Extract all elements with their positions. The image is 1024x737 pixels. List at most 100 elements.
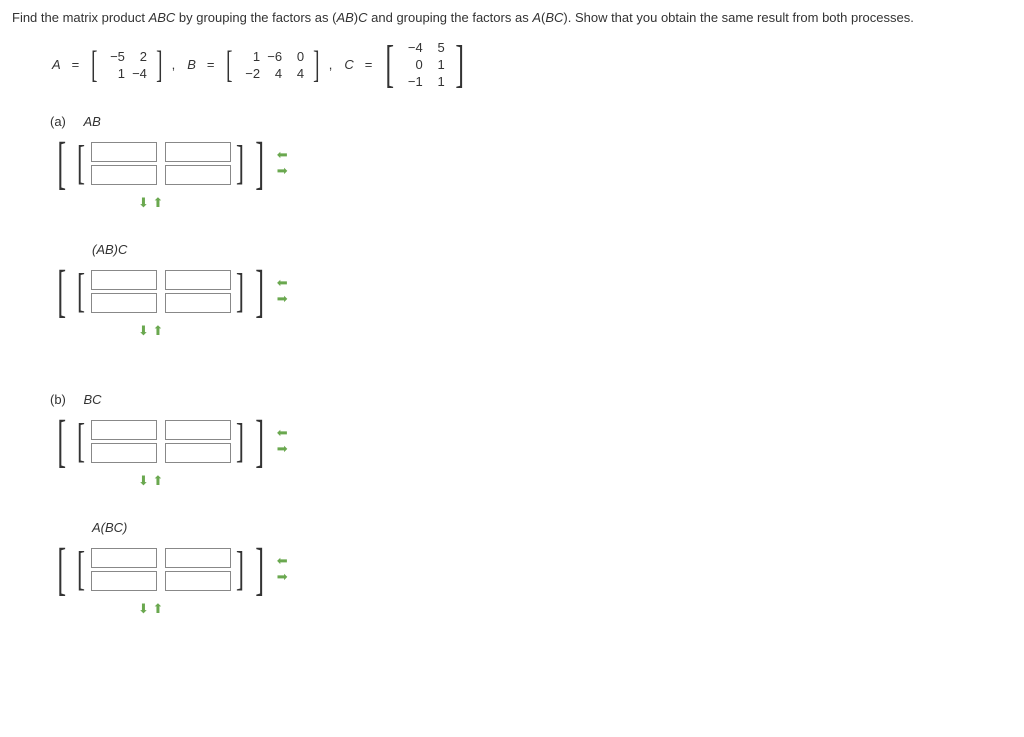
left-bracket-inner: [ xyxy=(77,268,85,314)
right-bracket: ] xyxy=(313,47,319,83)
cell: −4 xyxy=(405,39,423,56)
part-a-label2: (AB)C xyxy=(92,242,1012,257)
remove-col-icon[interactable]: ⬅ xyxy=(277,149,288,161)
right-bracket: ] xyxy=(255,135,264,191)
cell: −2 xyxy=(242,65,260,82)
answer-ab: [ [ ] ] ⬅ ➡ ⬇ ⬆ xyxy=(52,135,288,210)
cell: 0 xyxy=(405,56,423,73)
left-bracket: [ xyxy=(57,263,66,319)
left-bracket-inner: [ xyxy=(77,418,85,464)
remove-row-icon[interactable]: ⬆ xyxy=(153,473,164,488)
cell: 5 xyxy=(427,39,445,56)
right-bracket: ] xyxy=(455,40,464,90)
part-b-label1: BC xyxy=(84,392,102,407)
cell: 1 xyxy=(427,73,445,90)
part-b: (b) BC [ [ ] ] ⬅ ➡ ⬇ ⬆ A(BC) [ xyxy=(52,392,1012,620)
remove-col-icon[interactable]: ⬅ xyxy=(277,427,288,439)
add-col-icon[interactable]: ➡ xyxy=(277,571,288,583)
right-bracket-inner: ] xyxy=(236,418,244,464)
cell: −5 xyxy=(107,48,125,65)
cell: 4 xyxy=(286,65,304,82)
right-bracket-inner: ] xyxy=(236,268,244,314)
text: and grouping the factors as xyxy=(368,10,533,25)
abc2-cell-0-1[interactable] xyxy=(165,548,231,568)
add-row-icon[interactable]: ⬇ xyxy=(138,473,149,488)
left-bracket: [ xyxy=(57,135,66,191)
comma: , xyxy=(172,57,176,72)
bc-cell-1-0[interactable] xyxy=(91,443,157,463)
part-b-header: (b) BC xyxy=(50,392,1012,407)
matrix-c-label: C xyxy=(344,57,353,72)
answer-abc2: [ [ ] ] ⬅ ➡ ⬇ ⬆ xyxy=(52,541,288,616)
add-col-icon[interactable]: ➡ xyxy=(277,165,288,177)
cell: 1 xyxy=(107,65,125,82)
abc1-cell-1-0[interactable] xyxy=(91,293,157,313)
text: Find the matrix product xyxy=(12,10,149,25)
remove-row-icon[interactable]: ⬆ xyxy=(153,323,164,338)
cell: 1 xyxy=(427,56,445,73)
remove-col-icon[interactable]: ⬅ xyxy=(277,555,288,567)
comma: , xyxy=(329,57,333,72)
add-col-icon[interactable]: ➡ xyxy=(277,293,288,305)
left-bracket-inner: [ xyxy=(77,546,85,592)
ab-cell-1-0[interactable] xyxy=(91,165,157,185)
add-row-icon[interactable]: ⬇ xyxy=(138,323,149,338)
add-row-icon[interactable]: ⬇ xyxy=(138,195,149,210)
equals: = xyxy=(72,57,80,72)
ab-cell-1-1[interactable] xyxy=(165,165,231,185)
left-bracket: [ xyxy=(386,40,395,90)
abc2-cell-1-1[interactable] xyxy=(165,571,231,591)
left-bracket: [ xyxy=(91,47,97,83)
remove-row-icon[interactable]: ⬆ xyxy=(153,195,164,210)
text: ). Show that you obtain the same result … xyxy=(563,10,913,25)
left-bracket: [ xyxy=(227,47,233,83)
equals: = xyxy=(207,57,215,72)
abc2-cell-0-0[interactable] xyxy=(91,548,157,568)
right-bracket-inner: ] xyxy=(236,546,244,592)
matrix-b: 1−60 −244 xyxy=(242,48,304,82)
left-bracket-inner: [ xyxy=(77,140,85,186)
part-a-label1: AB xyxy=(84,114,101,129)
answer-abc1: [ [ ] ] ⬅ ➡ ⬇ ⬆ xyxy=(52,263,288,338)
remove-col-icon[interactable]: ⬅ xyxy=(277,277,288,289)
text: by grouping the factors as ( xyxy=(175,10,336,25)
cell: 2 xyxy=(129,48,147,65)
matrix-a: −52 1−4 xyxy=(107,48,147,82)
part-tag: (a) xyxy=(50,114,66,129)
problem-statement: Find the matrix product ABC by grouping … xyxy=(12,10,1012,25)
right-bracket: ] xyxy=(255,263,264,319)
left-bracket: [ xyxy=(57,541,66,597)
cell: −6 xyxy=(264,48,282,65)
part-tag: (b) xyxy=(50,392,66,407)
cell: −1 xyxy=(405,73,423,90)
matrix-b-label: B xyxy=(187,57,196,72)
cell: 1 xyxy=(242,48,260,65)
ab-cell-0-0[interactable] xyxy=(91,142,157,162)
abc: ABC xyxy=(149,10,176,25)
right-bracket: ] xyxy=(255,413,264,469)
abc1-cell-0-1[interactable] xyxy=(165,270,231,290)
abc1-cell-1-1[interactable] xyxy=(165,293,231,313)
add-col-icon[interactable]: ➡ xyxy=(277,443,288,455)
c: C xyxy=(358,10,367,25)
abc1-cell-0-0[interactable] xyxy=(91,270,157,290)
add-row-icon[interactable]: ⬇ xyxy=(138,601,149,616)
cell: 4 xyxy=(264,65,282,82)
abc2-cell-1-0[interactable] xyxy=(91,571,157,591)
left-bracket: [ xyxy=(57,413,66,469)
part-a-header: (a) AB xyxy=(50,114,1012,129)
matrix-c: −45 01 −11 xyxy=(405,39,445,90)
matrix-definitions: A = [ −52 1−4 ] , B = [ 1−60 −244 ] , C … xyxy=(52,39,1012,90)
remove-row-icon[interactable]: ⬆ xyxy=(153,601,164,616)
matrix-a-label: A xyxy=(52,57,61,72)
part-b-label2: A(BC) xyxy=(92,520,1012,535)
bc: BC xyxy=(545,10,563,25)
part-a: (a) AB [ [ ] ] ⬅ ➡ ⬇ ⬆ (AB)C [ xyxy=(52,114,1012,342)
bc-cell-0-0[interactable] xyxy=(91,420,157,440)
bc-cell-1-1[interactable] xyxy=(165,443,231,463)
right-bracket-inner: ] xyxy=(236,140,244,186)
equals: = xyxy=(365,57,373,72)
ab-cell-0-1[interactable] xyxy=(165,142,231,162)
bc-cell-0-1[interactable] xyxy=(165,420,231,440)
right-bracket: ] xyxy=(255,541,264,597)
